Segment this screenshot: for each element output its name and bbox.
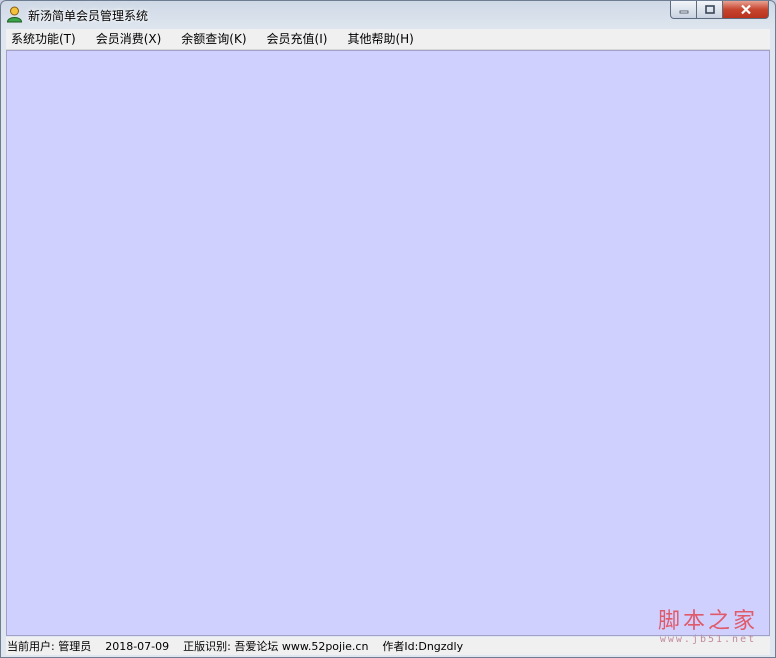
minimize-button[interactable] — [670, 1, 697, 19]
status-author: 作者Id:Dngzdly — [382, 640, 464, 653]
close-icon — [740, 4, 751, 15]
status-current-user: 当前用户: 管理员 — [7, 640, 92, 653]
title-bar[interactable]: 新汤简单会员管理系统 — [1, 1, 775, 29]
mdi-client-area[interactable] — [6, 50, 770, 636]
menu-bar: 系统功能(T) 会员消费(X) 余额查询(K) 会员充值(I) 其他帮助(H) — [6, 29, 770, 50]
site-watermark: 脚本之家 www.jb51.net — [647, 610, 769, 654]
app-user-icon — [6, 6, 23, 23]
window-title: 新汤简单会员管理系统 — [28, 9, 149, 23]
status-date: 2018-07-09 — [105, 639, 170, 653]
menu-member-recharge[interactable]: 会员充值(I) — [262, 29, 333, 49]
minimize-icon — [679, 10, 688, 13]
menu-system-functions[interactable]: 系统功能(T) — [6, 29, 81, 49]
app-window: 新汤简单会员管理系统 系统功能(T) 会员消费(X) 余额查询(K) 会员充值(… — [0, 0, 776, 658]
maximize-icon — [704, 5, 715, 14]
menu-balance-query[interactable]: 余额查询(K) — [176, 29, 251, 49]
watermark-url: www.jb51.net — [659, 634, 757, 645]
close-button[interactable] — [723, 1, 769, 19]
status-license: 正版识别: 吾爱论坛 www.52pojie.cn — [183, 640, 369, 653]
watermark-main-text: 脚本之家 — [657, 609, 758, 634]
menu-other-help[interactable]: 其他帮助(H) — [342, 29, 418, 49]
maximize-button[interactable] — [697, 1, 723, 19]
menu-member-consumption[interactable]: 会员消费(X) — [91, 29, 167, 49]
caption-buttons — [670, 1, 769, 20]
